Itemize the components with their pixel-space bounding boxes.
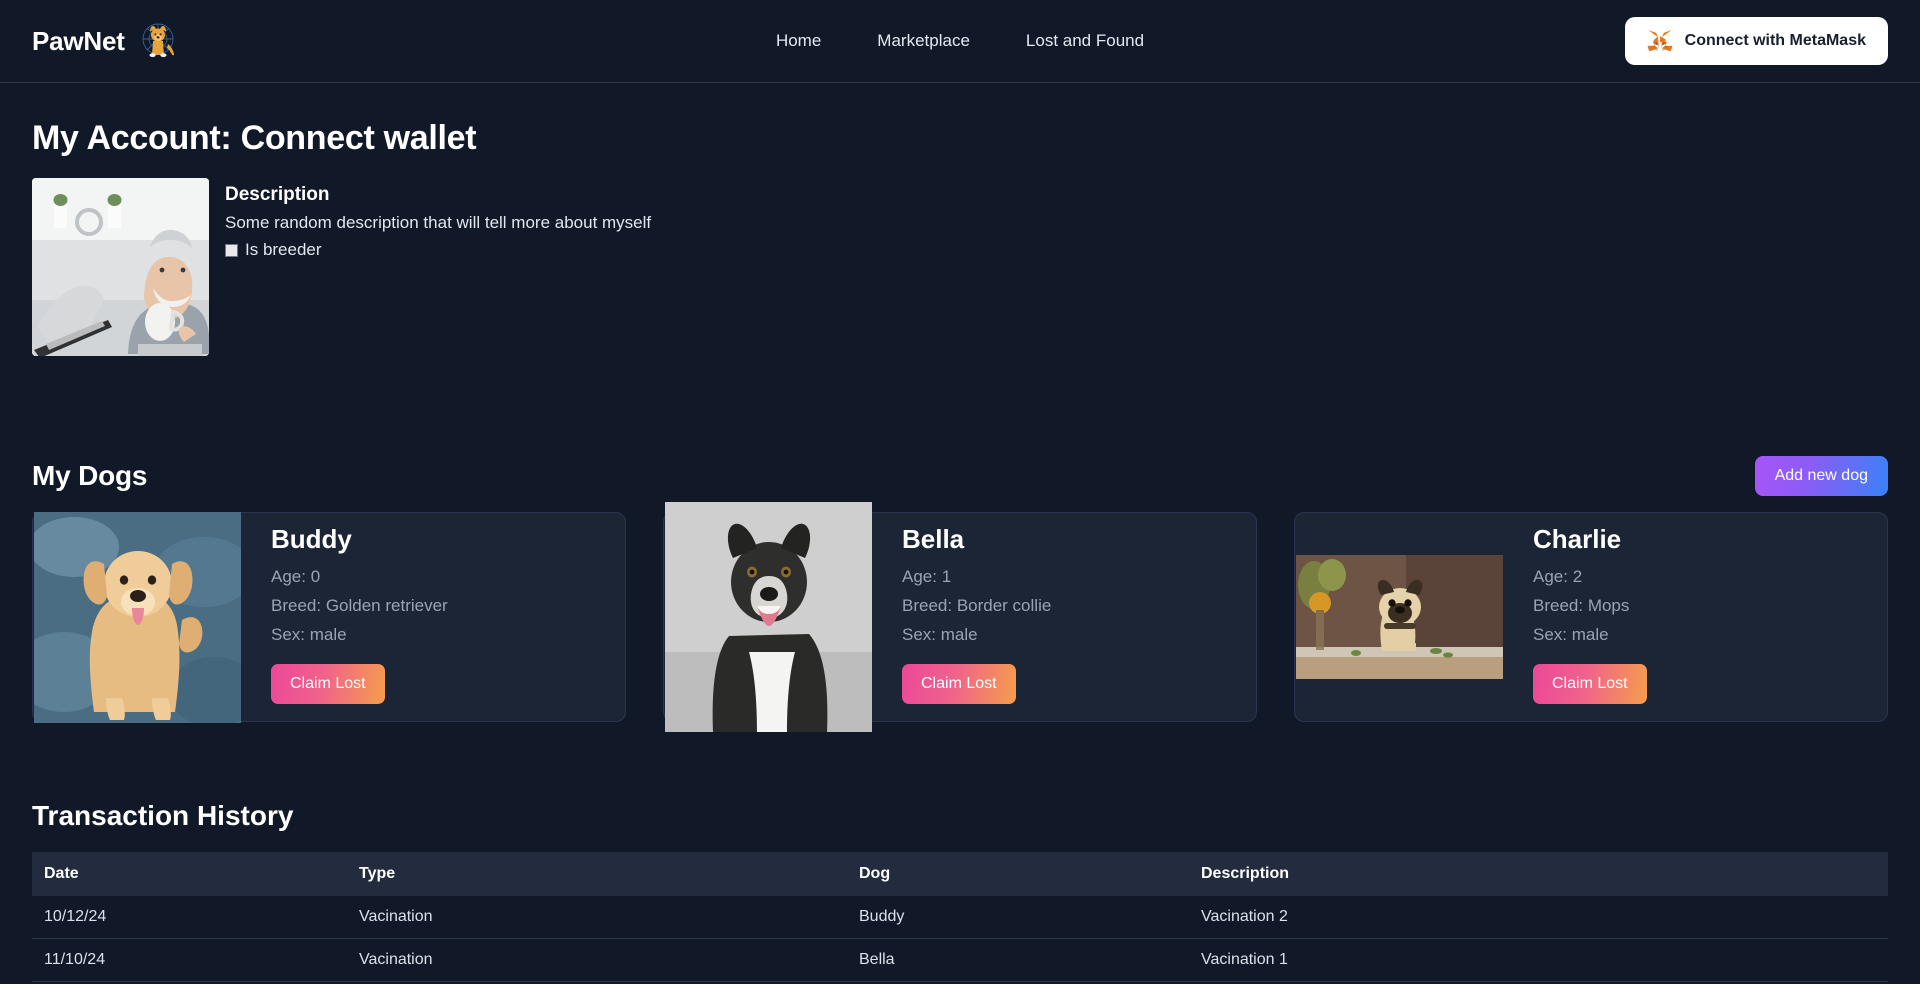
cell-description: Vacination 1: [1189, 938, 1888, 982]
connect-metamask-button[interactable]: Connect with MetaMask: [1624, 17, 1888, 65]
add-new-dog-button[interactable]: Add new dog: [1754, 456, 1888, 496]
table-row[interactable]: 11/10/24 Vacination Bella Vacination 1: [32, 938, 1888, 982]
avatar: [32, 178, 209, 356]
table-header: Date Type Dog Description: [32, 852, 1888, 896]
dog-age: Age: 0: [271, 567, 321, 586]
my-dogs-header: My Dogs Add new dog: [32, 456, 1888, 496]
dog-network-logo-icon: [135, 18, 181, 64]
main-navigation: Home Marketplace Lost and Found: [776, 31, 1144, 51]
is-breeder-label: Is breeder: [245, 240, 322, 259]
brand-name: PawNet: [32, 25, 125, 56]
column-header-type[interactable]: Type: [347, 852, 847, 896]
metamask-fox-icon: [1647, 29, 1673, 53]
table-header-row: Date Type Dog Description: [32, 852, 1888, 896]
account-summary: Description Some random description that…: [32, 178, 1888, 356]
connect-metamask-label: Connect with MetaMask: [1684, 32, 1866, 49]
nav-link-marketplace[interactable]: Marketplace: [877, 31, 970, 51]
my-dogs-title: My Dogs: [32, 460, 148, 491]
transaction-history-title: Transaction History: [32, 800, 294, 831]
pug-photo: [1296, 555, 1503, 679]
cell-dog: Bella: [847, 938, 1189, 982]
brand-logo-group[interactable]: PawNet: [32, 18, 181, 64]
description-text: Some random description that will tell m…: [225, 213, 652, 232]
page-title: My Account: Connect wallet: [32, 119, 477, 157]
dog-breed: Breed: Border collie: [902, 596, 1052, 615]
column-header-description[interactable]: Description: [1189, 852, 1888, 896]
table-body: 10/12/24 Vacination Buddy Vacination 2 1…: [32, 896, 1888, 984]
dog-info: Charlie Age: 2 Breed: Mops Sex: male Cla…: [1503, 524, 1647, 710]
is-breeder-checkbox-row[interactable]: Is breeder: [225, 240, 651, 260]
column-header-date[interactable]: Date: [32, 852, 347, 896]
dog-breed: Breed: Mops: [1533, 596, 1630, 615]
dog-card[interactable]: Buddy Age: 0 Breed: Golden retriever Sex…: [32, 511, 626, 723]
dog-info: Bella Age: 1 Breed: Border collie Sex: m…: [872, 524, 1051, 710]
border-collie-photo: [665, 502, 872, 732]
nav-link-lost-and-found[interactable]: Lost and Found: [1026, 31, 1144, 51]
table-row[interactable]: 10/12/24 Vacination Buddy Vacination 2: [32, 896, 1888, 939]
nav-link-home[interactable]: Home: [776, 31, 821, 51]
dog-name: Bella: [902, 524, 965, 554]
dog-sex: Sex: male: [1533, 625, 1609, 644]
description-heading: Description: [225, 184, 330, 205]
golden-retriever-photo: [34, 511, 241, 723]
dog-sex: Sex: male: [271, 625, 347, 644]
dog-name: Charlie: [1533, 524, 1622, 554]
description-block: Description Some random description that…: [225, 178, 651, 356]
claim-lost-button[interactable]: Claim Lost: [1533, 664, 1647, 704]
cell-dog: Buddy: [847, 896, 1189, 939]
claim-lost-button[interactable]: Claim Lost: [902, 664, 1016, 704]
cell-description: Vacination 2: [1189, 896, 1888, 939]
cell-date: 11/10/24: [32, 938, 347, 982]
transaction-history-table: Date Type Dog Description 10/12/24 Vacin…: [32, 852, 1888, 984]
dog-sex: Sex: male: [902, 625, 978, 644]
site-header: PawNet Home Marketplace Lost and Found C…: [0, 0, 1920, 83]
page-content: My Account: Connect wallet Description S…: [0, 119, 1920, 984]
is-breeder-checkbox[interactable]: [225, 243, 238, 257]
dog-card[interactable]: Bella Age: 1 Breed: Border collie Sex: m…: [663, 502, 1257, 732]
dog-card[interactable]: Charlie Age: 2 Breed: Mops Sex: male Cla…: [1294, 512, 1888, 722]
my-dogs-grid: Buddy Age: 0 Breed: Golden retriever Sex…: [32, 502, 1888, 732]
claim-lost-button[interactable]: Claim Lost: [271, 664, 385, 704]
dog-age: Age: 1: [902, 567, 952, 586]
cell-type: Vacination: [347, 938, 847, 982]
dog-name: Buddy: [271, 524, 352, 554]
dog-breed: Breed: Golden retriever: [271, 596, 448, 615]
cell-date: 10/12/24: [32, 896, 347, 939]
cell-type: Vacination: [347, 896, 847, 939]
dog-info: Buddy Age: 0 Breed: Golden retriever Sex…: [241, 524, 448, 710]
dog-age: Age: 2: [1533, 567, 1583, 586]
column-header-dog[interactable]: Dog: [847, 852, 1189, 896]
